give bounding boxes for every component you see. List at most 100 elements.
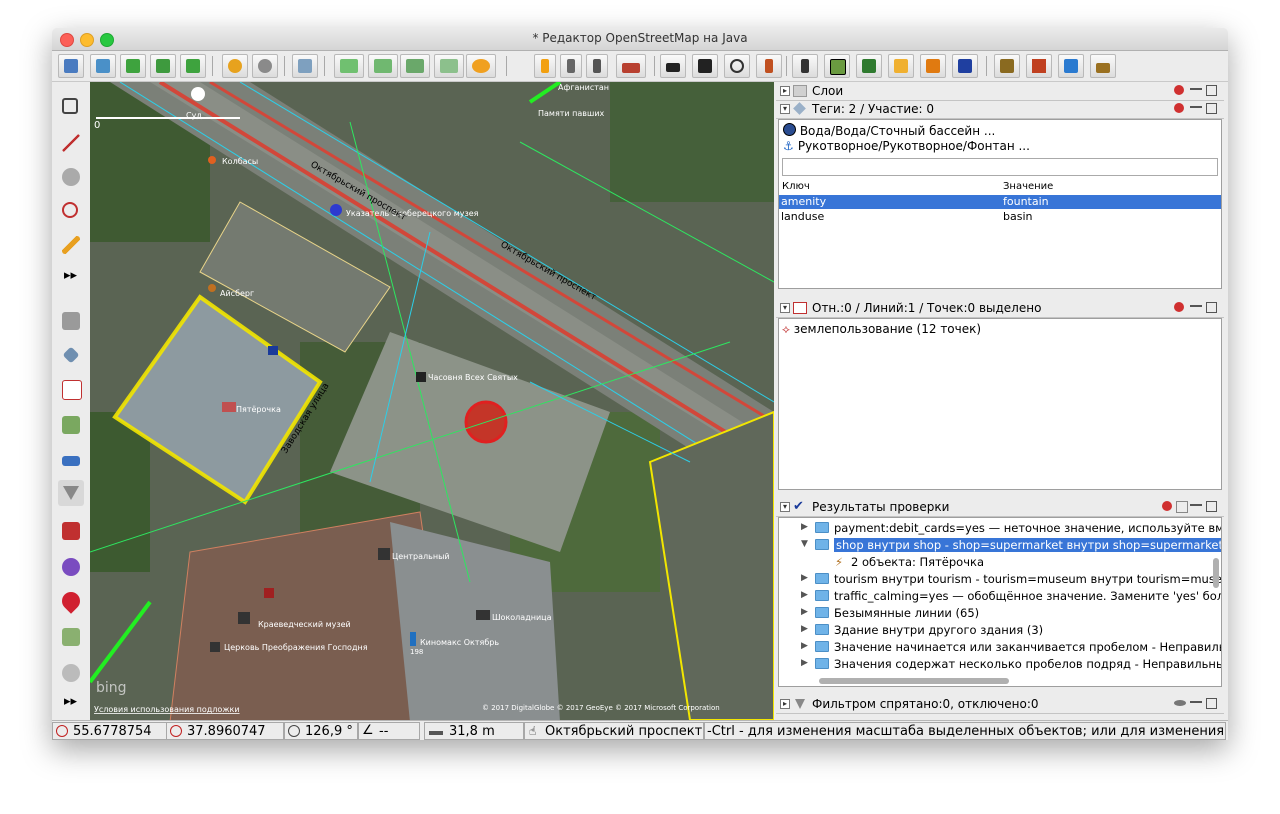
factory-button[interactable] xyxy=(994,54,1020,78)
preset-fountain[interactable]: ⚓ Рукотворное/Рукотворное/Фонтан ... xyxy=(783,139,1030,153)
validation-item[interactable]: ▶ Здание внутри другого здания (3) xyxy=(779,622,1221,639)
volcano-button[interactable] xyxy=(1026,54,1052,78)
panel-controls[interactable] xyxy=(1162,501,1220,513)
bollard-button[interactable] xyxy=(560,54,582,78)
collapse-toggle-icon[interactable]: ▾ xyxy=(780,502,790,512)
relation-tool[interactable] xyxy=(58,376,84,402)
detach-icon[interactable] xyxy=(1206,302,1217,313)
edit-tool[interactable] xyxy=(58,232,84,258)
castle-button[interactable] xyxy=(1090,54,1116,78)
imagery-tool[interactable] xyxy=(58,412,84,438)
more-tools-bottom[interactable]: ▸▸ xyxy=(58,688,84,714)
panel-controls[interactable] xyxy=(1174,85,1220,97)
redo-button[interactable] xyxy=(252,54,278,78)
draw-tool[interactable] xyxy=(58,130,84,156)
history-button[interactable] xyxy=(466,54,496,78)
tag-row-landuse[interactable]: landuse basin xyxy=(779,210,1221,224)
shop-button[interactable] xyxy=(888,54,914,78)
close-circle-icon[interactable] xyxy=(1174,85,1184,95)
validation-item[interactable]: ▶ Значение начинается или заканчивается п… xyxy=(779,639,1221,656)
map-view[interactable]: 0 Суд Колбасы Указатель Скоберецкого муз… xyxy=(90,82,774,720)
expand-arrow-icon[interactable]: ▶ xyxy=(801,522,808,532)
filter-panel-header[interactable]: ▸ Фильтром спрятано:0, отключено:0 xyxy=(776,696,1224,714)
panel-controls[interactable] xyxy=(1174,302,1220,314)
undo-button[interactable] xyxy=(222,54,248,78)
bicycle-button[interactable] xyxy=(724,54,750,78)
vertical-scrollbar[interactable] xyxy=(1213,558,1219,588)
search-button[interactable] xyxy=(400,54,430,78)
car-button[interactable] xyxy=(660,54,686,78)
gift-tool[interactable] xyxy=(58,518,84,544)
expand-arrow-icon[interactable]: ▶ xyxy=(801,624,808,634)
validation-item[interactable]: ▶ payment:debit_cards=yes — неточное знач… xyxy=(779,520,1221,537)
preset-basin[interactable]: Вода/Вода/Сточный бассейн ... xyxy=(783,123,995,138)
layers-panel-header[interactable]: ▸ Слои xyxy=(776,83,1224,101)
wireframe-tool[interactable] xyxy=(58,448,84,474)
expand-toggle-icon[interactable]: ▸ xyxy=(780,699,790,709)
selection-panel-header[interactable]: ▾ Отн.:0 / Линий:1 / Точек:0 выделено xyxy=(776,300,1224,318)
save-button[interactable] xyxy=(90,54,116,78)
pin-icon[interactable] xyxy=(1190,106,1202,108)
pin-icon[interactable] xyxy=(1190,305,1202,307)
bus-button[interactable] xyxy=(692,54,718,78)
selection-item[interactable]: ⟡ землепользование (12 точек) xyxy=(782,322,981,337)
panel-controls[interactable] xyxy=(1174,103,1220,115)
collapse-arrow-icon[interactable]: ▼ xyxy=(801,539,808,549)
marker-tool[interactable] xyxy=(58,588,84,614)
close-circle-icon[interactable] xyxy=(1174,302,1184,312)
save-as-button[interactable] xyxy=(120,54,146,78)
imagery-terms-link[interactable]: Условия использования подложки xyxy=(94,705,240,714)
settings-icon[interactable] xyxy=(1176,501,1188,513)
tag-row-amenity[interactable]: amenity fountain xyxy=(779,195,1221,209)
pin-icon[interactable] xyxy=(1190,88,1202,90)
crossing-button[interactable] xyxy=(586,54,608,78)
validation-child-item[interactable]: ⚡ 2 объекта: Пятёрочка xyxy=(779,554,1221,571)
close-circle-icon[interactable] xyxy=(1174,103,1184,113)
pin-icon[interactable] xyxy=(1190,504,1202,506)
collapse-toggle-icon[interactable]: ▾ xyxy=(780,303,790,313)
zoom-selection-button[interactable] xyxy=(368,54,398,78)
value-column-header[interactable]: Значение xyxy=(1003,181,1053,192)
detach-icon[interactable] xyxy=(1206,698,1217,709)
map-button[interactable] xyxy=(824,54,850,78)
validation-item[interactable]: ▶ Безымянные линии (65) xyxy=(779,605,1221,622)
expand-toggle-icon[interactable]: ▸ xyxy=(780,86,790,96)
expand-arrow-icon[interactable]: ▶ xyxy=(801,607,808,617)
close-circle-icon[interactable] xyxy=(1162,501,1172,511)
zoom-data-button[interactable] xyxy=(334,54,364,78)
open-file-button[interactable] xyxy=(58,54,84,78)
more-tools-button[interactable]: ▸▸ xyxy=(58,262,84,288)
info-button[interactable] xyxy=(952,54,978,78)
traffic-light-button[interactable] xyxy=(534,54,556,78)
water-button[interactable] xyxy=(1058,54,1084,78)
wall-button[interactable] xyxy=(616,54,646,78)
panel-controls[interactable] xyxy=(1174,698,1220,710)
preferences-button[interactable] xyxy=(292,54,318,78)
zoom-tool[interactable] xyxy=(58,164,84,190)
horizontal-scrollbar[interactable] xyxy=(819,678,1009,684)
filter-tool[interactable] xyxy=(58,480,84,506)
pin-icon[interactable] xyxy=(1190,701,1202,703)
validation-item[interactable]: ▶ Значения содержат несколько пробелов по… xyxy=(779,656,1221,673)
layers-tool[interactable] xyxy=(58,308,84,334)
validation-item[interactable]: ▶ tourism внутри tourism - tourism=museum… xyxy=(779,571,1221,588)
upload-button[interactable] xyxy=(180,54,206,78)
preset-search-input[interactable] xyxy=(782,158,1218,176)
jump-to-button[interactable] xyxy=(434,54,464,78)
history-tool[interactable] xyxy=(58,660,84,686)
validation-item[interactable]: ▼ shop внутри shop - shop=supermarket вну… xyxy=(779,537,1221,554)
collapse-toggle-icon[interactable]: ▾ xyxy=(780,104,790,114)
warning-button[interactable] xyxy=(920,54,946,78)
soccer-button[interactable] xyxy=(856,54,882,78)
paint-tool[interactable] xyxy=(58,554,84,580)
expand-arrow-icon[interactable]: ▶ xyxy=(801,573,808,583)
eye-icon[interactable] xyxy=(1174,700,1186,706)
map-paint-tool[interactable] xyxy=(58,624,84,650)
key-column-header[interactable]: Ключ xyxy=(782,181,810,192)
detach-icon[interactable] xyxy=(1206,85,1217,96)
phone-button[interactable] xyxy=(792,54,818,78)
validation-panel-header[interactable]: ▾ ✔ Результаты проверки xyxy=(776,499,1224,517)
tags-panel-header[interactable]: ▾ Теги: 2 / Участие: 0 xyxy=(776,101,1224,119)
select-tool[interactable] xyxy=(58,94,84,120)
expand-arrow-icon[interactable]: ▶ xyxy=(801,590,808,600)
